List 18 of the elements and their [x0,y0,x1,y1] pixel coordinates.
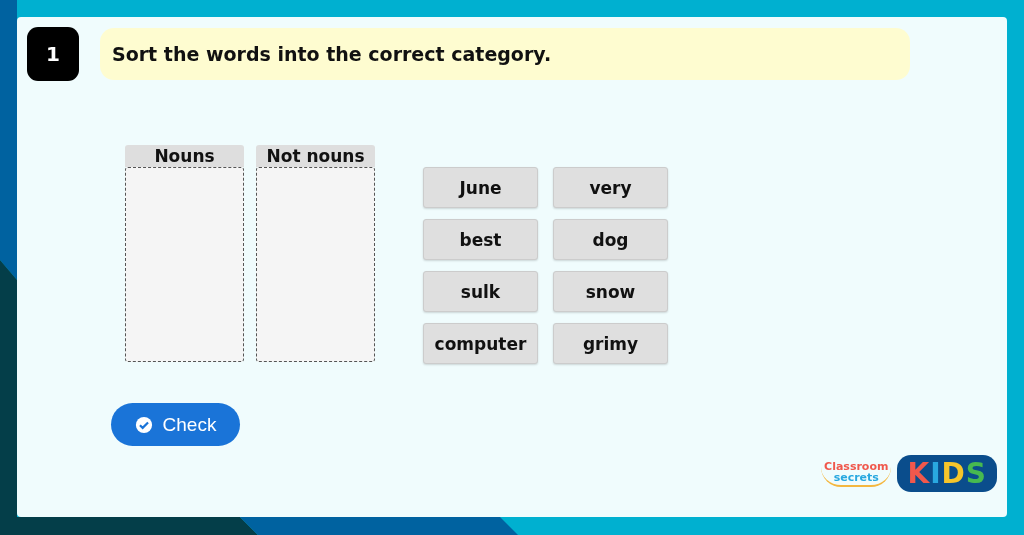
word-tile[interactable]: dog [553,219,668,260]
word-tile[interactable]: sulk [423,271,538,312]
category-header: Not nouns [256,145,375,167]
question-number: 1 [27,27,79,81]
word-tile[interactable]: snow [553,271,668,312]
check-button[interactable]: Check [111,403,240,446]
word-tile[interactable]: grimy [553,323,668,364]
check-circle-icon [134,415,153,434]
word-tile[interactable]: best [423,219,538,260]
word-tile[interactable]: very [553,167,668,208]
question-prompt: Sort the words into the correct category. [100,28,910,80]
drop-zone[interactable] [125,167,244,362]
word-tile[interactable]: June [423,167,538,208]
word-tile[interactable]: computer [423,323,538,364]
classroom-secrets-logo: Classroom secrets [821,460,892,487]
kids-logo: KI DS [897,455,997,492]
drop-zone[interactable] [256,167,375,362]
category-header: Nouns [125,145,244,167]
